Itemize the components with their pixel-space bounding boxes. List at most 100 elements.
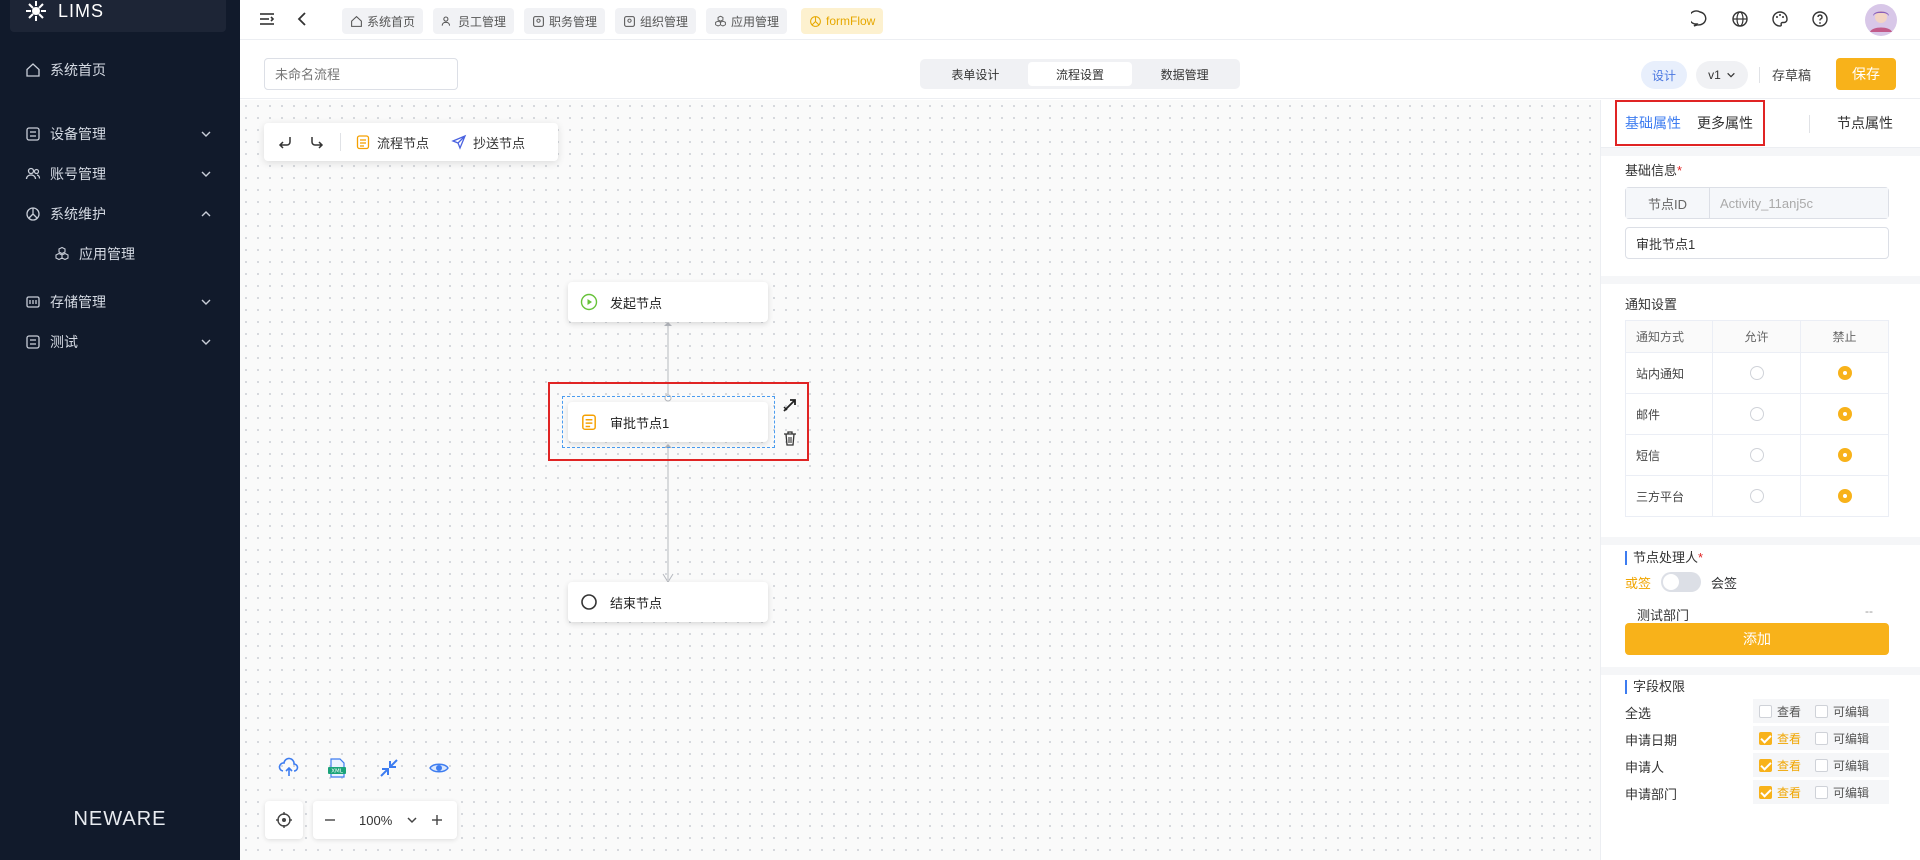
tab-basic-properties[interactable]: 基础属性 <box>1625 113 1681 133</box>
deny-radio[interactable] <box>1837 448 1852 463</box>
sidebar-item-account[interactable]: 账号管理 <box>0 154 240 194</box>
tab-node-properties[interactable]: 节点属性 <box>1837 113 1893 133</box>
chat-icon[interactable] <box>1691 10 1709 28</box>
sidebar-item-home[interactable]: 系统首页 <box>0 50 240 90</box>
flow-node-tool[interactable]: 流程节点 <box>355 133 429 152</box>
flow-icon <box>810 15 821 27</box>
back-icon[interactable] <box>294 10 312 28</box>
divider <box>1759 67 1760 83</box>
end-node[interactable]: 结束节点 <box>568 582 768 622</box>
table-header: 通知方式 允许 禁止 <box>1625 320 1889 353</box>
sidebar-item-label: 测试 <box>50 334 78 350</box>
remove-dept-button[interactable]: -- <box>1865 604 1873 618</box>
language-icon[interactable] <box>1731 10 1749 28</box>
allow-cell <box>1712 434 1801 476</box>
allow-cell <box>1712 352 1801 394</box>
add-handler-button[interactable]: 添加 <box>1625 623 1889 655</box>
flow-node-icon <box>356 135 370 150</box>
sign-mode-switch[interactable] <box>1661 572 1702 592</box>
cc-node-tool[interactable]: 抄送节点 <box>451 133 525 152</box>
tab-home[interactable]: 系统首页 <box>342 8 424 34</box>
flow-name-input[interactable] <box>264 58 458 90</box>
divider <box>1809 115 1810 133</box>
tab-label: 员工管理 <box>458 14 507 29</box>
sidebar-item-storage[interactable]: 存储管理 <box>0 282 240 322</box>
chevron-down-icon[interactable] <box>406 814 418 826</box>
tab-label: formFlow <box>826 14 876 28</box>
tab-flow-settings[interactable]: 流程设置 <box>1027 62 1133 86</box>
edit-checkbox[interactable] <box>1815 731 1829 745</box>
deny-cell <box>1800 352 1889 394</box>
allow-radio[interactable] <box>1749 489 1764 504</box>
node-name-input[interactable] <box>1625 227 1889 259</box>
storage-icon <box>26 296 40 308</box>
field-row: 申请部门 查看 可编辑 <box>1625 780 1889 804</box>
sidebar-item-maintenance[interactable]: 系统维护 <box>0 194 240 234</box>
design-button[interactable]: 设计 <box>1641 61 1687 89</box>
tab-app-management[interactable]: 应用管理 <box>706 8 788 34</box>
app-icon <box>715 15 726 26</box>
badge-icon <box>533 15 544 27</box>
avatar[interactable] <box>1865 4 1897 36</box>
edit-checkbox[interactable] <box>1815 758 1829 772</box>
approval-node[interactable]: 审批节点1 <box>568 402 768 442</box>
app-logo[interactable]: LIMS <box>10 0 226 32</box>
tab-organization[interactable]: 组织管理 <box>615 8 697 34</box>
view-checkbox[interactable] <box>1759 731 1772 745</box>
deny-radio[interactable] <box>1837 366 1852 381</box>
allow-radio[interactable] <box>1749 366 1764 381</box>
deny-radio[interactable] <box>1837 489 1852 504</box>
flow-connectors <box>662 322 674 583</box>
notify-table: 通知方式 允许 禁止 站内通知 邮件 短信 三方平台 <box>1625 320 1889 517</box>
deny-radio[interactable] <box>1837 407 1852 422</box>
locate-button[interactable] <box>265 801 303 839</box>
table-row: 短信 <box>1625 434 1889 476</box>
start-node[interactable]: 发起节点 <box>568 282 768 322</box>
edit-checkbox[interactable] <box>1815 704 1829 718</box>
undo-icon[interactable] <box>276 133 294 151</box>
zoom-value[interactable]: 100% <box>359 813 392 828</box>
handler-title: 节点处理人* <box>1625 551 1703 565</box>
view-checkbox[interactable] <box>1759 704 1772 718</box>
menu-collapse-icon[interactable] <box>258 10 276 28</box>
allow-radio[interactable] <box>1749 448 1764 463</box>
tab-formflow[interactable]: formFlow <box>801 8 884 34</box>
sidebar-item-app-management[interactable]: 应用管理 <box>0 234 240 274</box>
help-icon[interactable] <box>1811 10 1829 28</box>
tab-employee[interactable]: 员工管理 <box>433 8 515 34</box>
tab-position[interactable]: 职务管理 <box>524 8 606 34</box>
view-label: 查看 <box>1777 704 1802 719</box>
view-label: 查看 <box>1777 758 1802 773</box>
sidebar-item-device[interactable]: 设备管理 <box>0 114 240 154</box>
zoom-out-icon[interactable] <box>323 813 337 827</box>
chevron-down-icon <box>201 339 211 345</box>
field-row: 全选 查看 可编辑 <box>1625 699 1889 723</box>
editor-toolbar: 表单设计 流程设置 数据管理 设计 v1 存草稿 保存 <box>240 41 1920 99</box>
tab-data-management[interactable]: 数据管理 <box>1132 62 1237 86</box>
redo-icon[interactable] <box>308 133 326 151</box>
view-checkbox[interactable] <box>1759 785 1772 799</box>
version-select[interactable]: v1 <box>1696 61 1748 89</box>
allow-radio[interactable] <box>1749 407 1764 422</box>
save-draft-button[interactable]: 存草稿 <box>1772 65 1811 84</box>
crosshair-icon <box>276 812 292 828</box>
tab-more-properties[interactable]: 更多属性 <box>1697 113 1753 133</box>
preview-eye-icon[interactable] <box>428 757 450 779</box>
zoom-in-icon[interactable] <box>430 813 444 827</box>
table-row: 站内通知 <box>1625 352 1889 394</box>
flow-canvas[interactable]: 流程节点 抄送节点 发起节点 审批节点1 结束节点 XML 100% <box>240 100 1600 860</box>
tab-form-design[interactable]: 表单设计 <box>923 62 1028 86</box>
palette-icon[interactable] <box>1771 10 1789 28</box>
fit-view-icon[interactable] <box>378 757 400 779</box>
connect-tool-icon[interactable] <box>781 396 799 414</box>
xml-export-icon[interactable]: XML <box>326 757 348 779</box>
view-checkbox[interactable] <box>1759 758 1772 772</box>
sidebar-item-test[interactable]: 测试 <box>0 322 240 362</box>
save-button[interactable]: 保存 <box>1836 58 1896 90</box>
joint-sign-label: 会签 <box>1711 575 1738 591</box>
edit-checkbox[interactable] <box>1815 785 1829 799</box>
upload-icon[interactable] <box>278 757 300 779</box>
brand-logo: NEWARE <box>73 808 167 830</box>
delete-icon[interactable] <box>781 429 799 447</box>
users-icon <box>441 16 451 26</box>
